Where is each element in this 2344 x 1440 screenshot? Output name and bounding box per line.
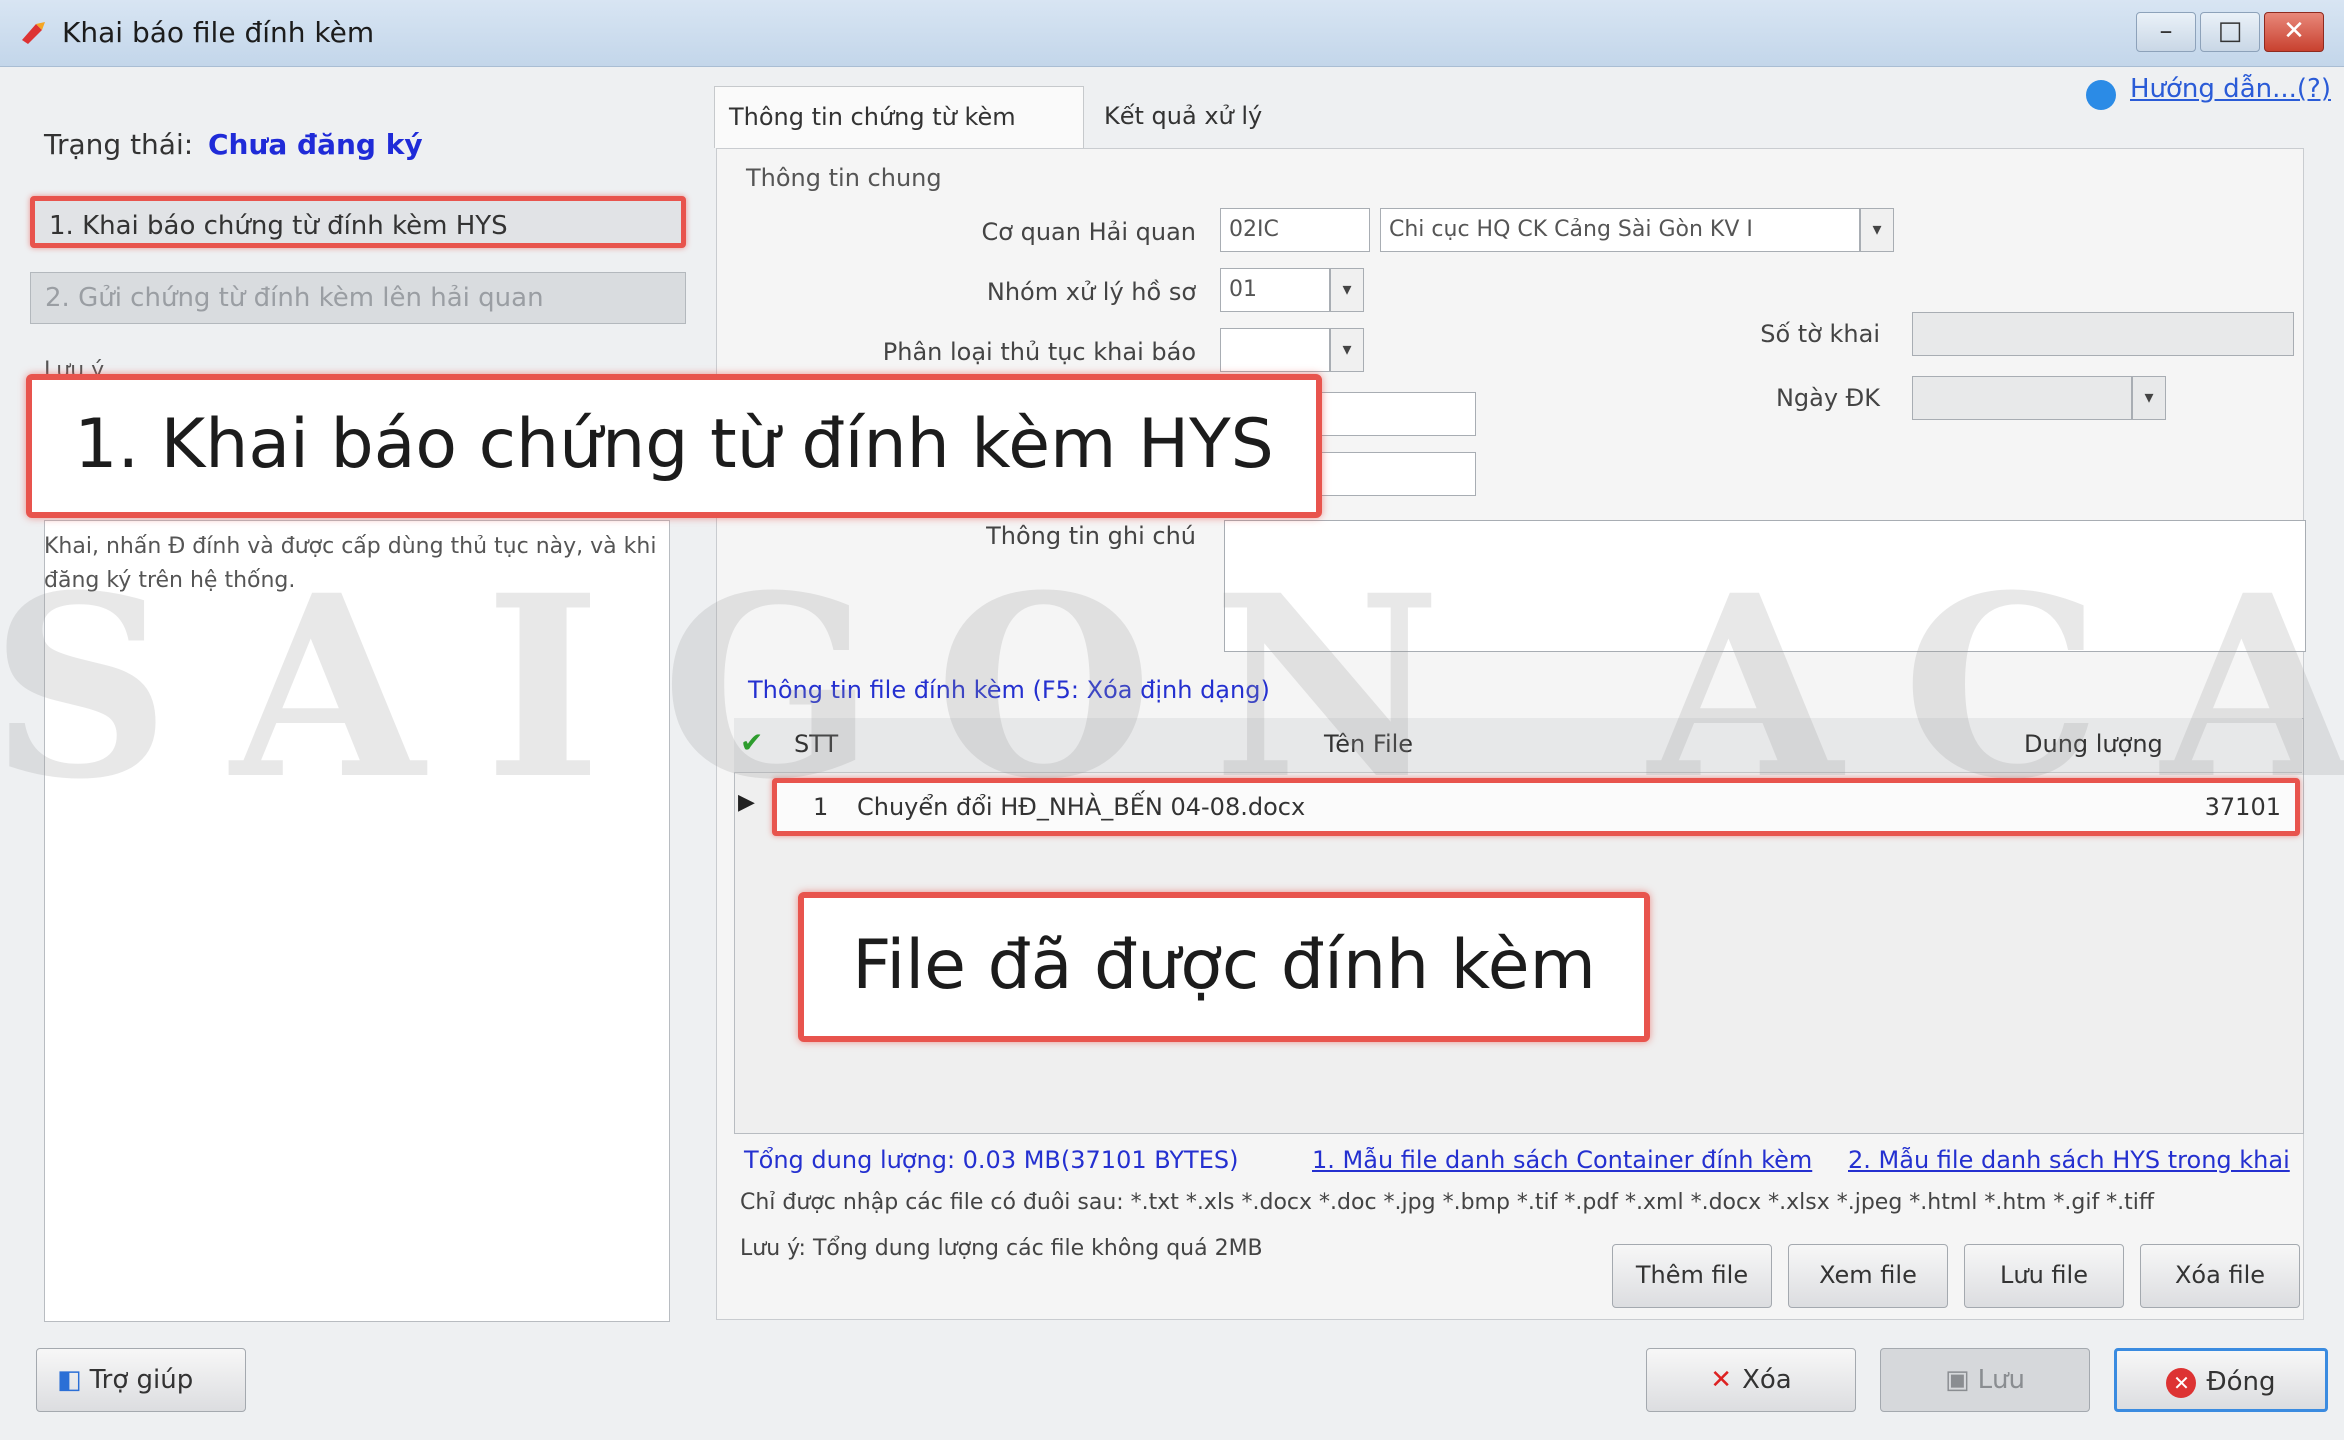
close-button-label: Đóng [2206,1367,2276,1397]
help-icon[interactable] [2086,80,2116,110]
status-value: Chưa đăng ký [208,128,423,161]
size-limit-hint: Lưu ý: Tổng dung lượng các file không qu… [740,1236,1263,1261]
chevron-down-icon: ▾ [1342,279,1352,300]
help-button[interactable]: ◧ Trợ giúp [36,1348,246,1412]
note-label: Thông tin ghi chú [986,522,1196,550]
callout-file-attached: File đã được đính kèm [798,892,1650,1042]
save-button-label: Lưu [1977,1365,2026,1395]
customs-dropdown[interactable]: ▾ [1860,208,1894,252]
row-file-name: Chuyển đổi HĐ_NHÀ_BẾN 04-08.docx [857,793,1306,821]
step1-button[interactable]: 1. Khai báo chứng từ đính kèm HYS [30,196,686,248]
save-file-button[interactable]: Lưu file [1964,1244,2124,1308]
delete-file-button[interactable]: Xóa file [2140,1244,2300,1308]
close-window-button[interactable]: ✕ [2264,12,2324,52]
step2-button[interactable]: 2. Gửi chứng từ đính kèm lên hải quan [30,272,686,324]
table-row[interactable]: 1 Chuyển đổi HĐ_NHÀ_BẾN 04-08.docx 37101 [772,778,2300,836]
category-field[interactable]: 01 [1220,268,1330,312]
template-link-container[interactable]: 1. Mẫu file danh sách Container đính kèm [1312,1146,1812,1174]
delete-button[interactable]: ✕ Xóa [1646,1348,1856,1412]
category-label: Nhóm xử lý hồ sơ [986,278,1196,306]
delete-button-label: Xóa [1742,1365,1792,1395]
procedure-dropdown[interactable]: ▾ [1330,328,1364,372]
category-dropdown[interactable]: ▾ [1330,268,1364,312]
window-title: Khai báo file đính kèm [62,16,375,49]
note-textarea[interactable] [1224,520,2306,652]
row-stt: 1 [813,793,829,821]
chevron-down-icon: ▾ [1342,339,1352,360]
procedure-field[interactable] [1220,328,1330,372]
delete-x-icon: ✕ [1710,1365,1733,1395]
col-stt: STT [794,730,839,758]
close-circle-icon: ✕ [2166,1367,2197,1398]
totals-text: Tổng dung lượng: 0.03 MB(37101 BYTES) [744,1146,1239,1174]
tab-attachment-info[interactable]: Thông tin chứng từ kèm theo [714,86,1084,191]
app-icon [22,22,45,44]
col-size: Dung lượng [2024,730,2163,758]
allowed-extensions-hint: Chỉ được nhập các file có đuôi sau: *.tx… [740,1190,2155,1215]
help-book-icon: ◧ [57,1365,82,1395]
doc-date-label: Ngày ĐK [1775,384,1880,412]
save-button[interactable]: ▣ Lưu [1880,1348,2090,1412]
tab-result[interactable]: Kết quả xử lý [1090,86,1290,148]
check-icon[interactable]: ✔ [740,726,768,759]
customs-code-field[interactable]: 02IC [1220,208,1370,252]
customs-name-field[interactable]: Chi cục HQ CK Cảng Sài Gòn KV I [1380,208,1860,252]
help-button-label: Trợ giúp [89,1365,194,1395]
view-file-button[interactable]: Xem file [1788,1244,1948,1308]
date-dropdown: ▾ [2132,376,2166,420]
template-link-hys[interactable]: 2. Mẫu file danh sách HYS trong khai [1848,1146,2290,1174]
grid-header: STT Tên File Dung lượng [734,718,2302,773]
row-file-size: 37101 [2204,793,2281,821]
left-info-panel [44,520,670,1322]
left-description: Khai, nhấn Đ đính và được cấp dùng thủ t… [44,534,657,593]
minimize-button[interactable]: – [2136,12,2196,52]
procedure-label: Phân loại thủ tục khai báo [882,338,1196,366]
help-link[interactable]: Hướng dẫn...(?) [2130,74,2331,104]
row-pointer-icon: ▶ [738,790,755,815]
title-bar: Khai báo file đính kèm – □ ✕ [0,0,2344,67]
chevron-down-icon: ▾ [1872,219,1882,240]
close-button[interactable]: ✕ Đóng [2114,1348,2328,1412]
chevron-down-icon: ▾ [2144,387,2154,408]
doc-no-label: Số tờ khai [1760,320,1880,348]
doc-no-field [1912,312,2294,356]
attachments-title: Thông tin file đính kèm (F5: Xóa định dạ… [748,676,1270,704]
status-label: Trạng thái: [44,128,194,161]
maximize-button[interactable]: □ [2200,12,2260,52]
save-disk-icon: ▣ [1944,1365,1970,1395]
group-general-label: Thông tin chung [746,164,942,192]
add-file-button[interactable]: Thêm file [1612,1244,1772,1308]
col-name: Tên File [1324,730,1414,758]
doc-date-field [1912,376,2132,420]
callout-step1: 1. Khai báo chứng từ đính kèm HYS [26,374,1322,518]
dialog-window: Khai báo file đính kèm – □ ✕ Trạng thái:… [0,0,2344,1440]
customs-label: Cơ quan Hải quan [981,218,1196,246]
